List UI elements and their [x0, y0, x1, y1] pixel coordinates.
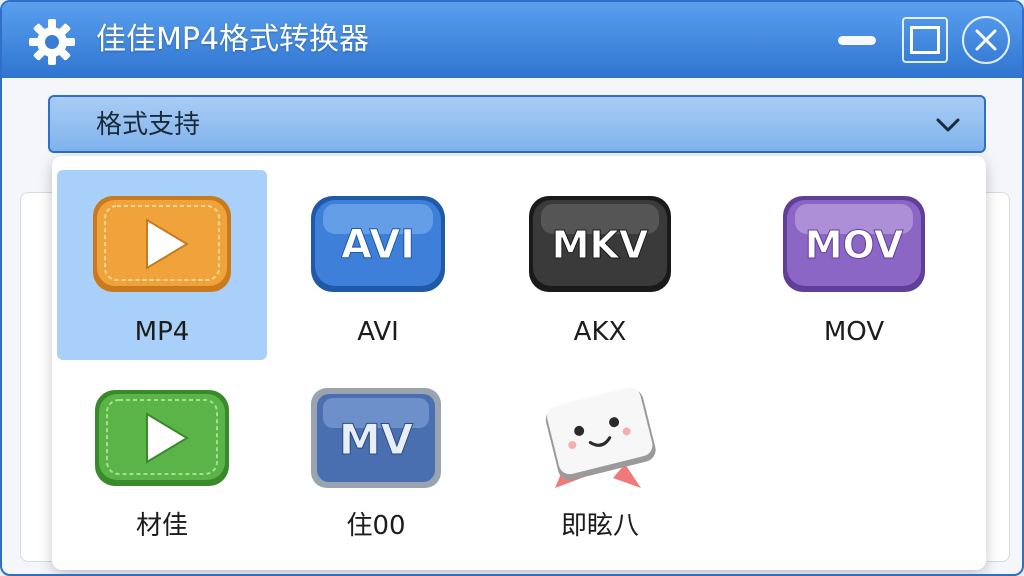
window-title: 佳佳MP4格式转换器: [96, 22, 370, 57]
maximize-icon: [902, 17, 948, 63]
format-item-avi[interactable]: AVI AVI: [273, 170, 483, 360]
format-list-popup: MP4 AVI AVI MKV AKX MOV MOV 材佳 MV 住00 即眩…: [52, 156, 986, 570]
format-item-mp4[interactable]: MP4: [57, 170, 267, 360]
format-label: MP4: [134, 317, 190, 347]
format-label: 材佳: [135, 511, 188, 541]
format-label: 住00: [346, 511, 406, 541]
mascot-icon: [545, 387, 656, 488]
format-item-mascot[interactable]: 即眩八: [495, 364, 705, 554]
mv-icon: MV: [311, 388, 441, 488]
format-dropdown[interactable]: 格式支持: [48, 95, 986, 153]
play-icon: [95, 390, 229, 486]
title-bar[interactable]: 佳佳MP4格式转换器: [2, 2, 1022, 78]
app-window: 佳佳MP4格式转换器 格式支持 MP4 AVI AVI MKV AKX MOV …: [0, 0, 1024, 576]
badge-text: AVI: [341, 222, 415, 268]
dropdown-selected-value: 格式支持: [96, 110, 201, 140]
minimize-button[interactable]: [830, 16, 884, 64]
gear-icon: [29, 19, 75, 65]
format-item-akx[interactable]: MKV AKX: [495, 170, 705, 360]
mov-icon: MOV: [783, 196, 925, 292]
badge-text: MV: [339, 415, 414, 464]
format-label: AKX: [573, 317, 627, 347]
format-item-green[interactable]: 材佳: [57, 364, 267, 554]
format-item-mv[interactable]: MV 住00: [271, 364, 481, 554]
play-icon: [93, 196, 231, 292]
close-button[interactable]: [960, 16, 1012, 64]
avi-icon: AVI: [311, 196, 445, 292]
chevron-down-icon: [936, 118, 960, 132]
maximize-button[interactable]: [898, 16, 952, 64]
format-label: AVI: [357, 317, 399, 347]
format-item-mov[interactable]: MOV MOV: [749, 170, 959, 360]
badge-text: MOV: [805, 223, 904, 267]
format-label: 即眩八: [560, 511, 639, 541]
minimize-icon: [838, 35, 876, 45]
close-icon: [962, 16, 1010, 64]
badge-text: MKV: [552, 223, 649, 267]
format-label: MOV: [823, 317, 885, 347]
mkv-icon: MKV: [529, 196, 671, 292]
